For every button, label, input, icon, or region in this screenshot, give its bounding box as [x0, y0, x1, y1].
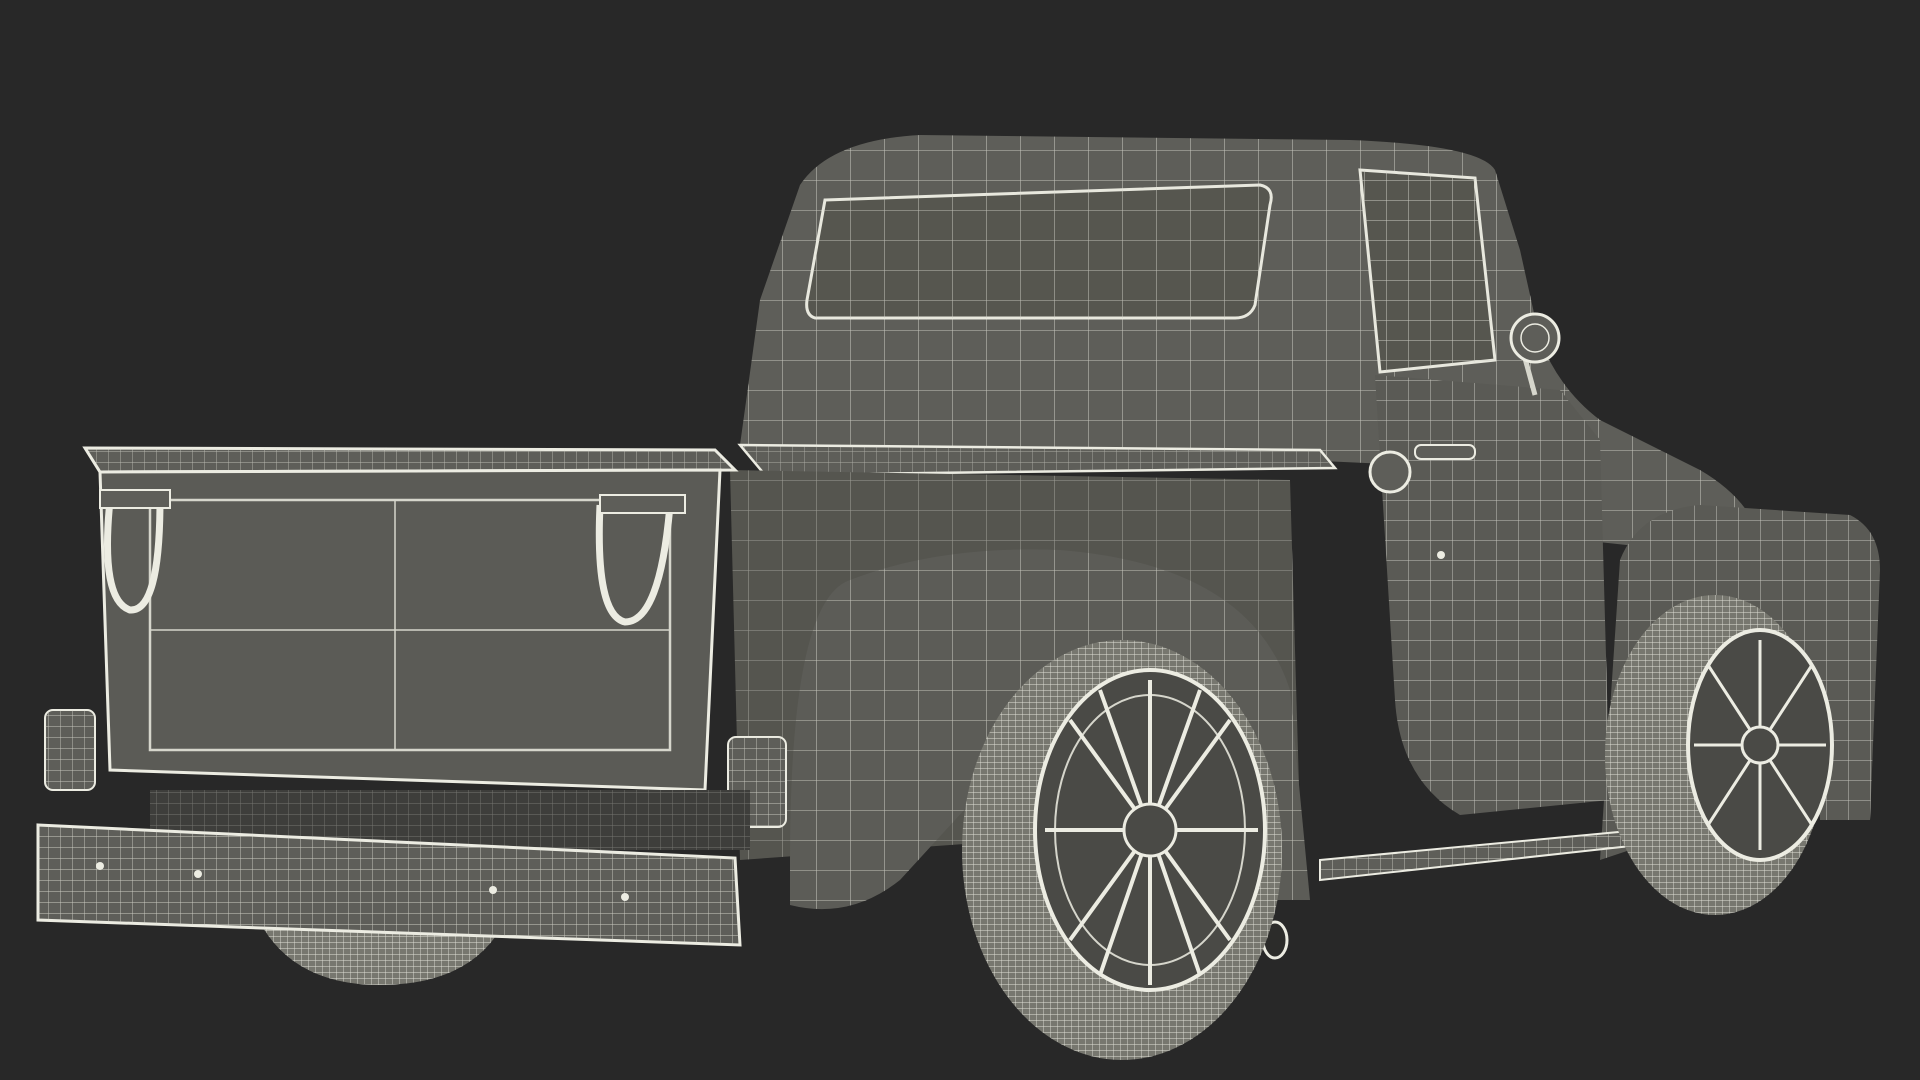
door-handle	[1414, 444, 1476, 460]
running-board	[1319, 828, 1641, 882]
rear-wheel-right	[962, 640, 1282, 1060]
fuel-cap	[1368, 450, 1412, 494]
taillight-left	[44, 709, 96, 791]
truck-wireframe-render	[36, 135, 1880, 1060]
render-viewport	[0, 0, 1920, 1080]
